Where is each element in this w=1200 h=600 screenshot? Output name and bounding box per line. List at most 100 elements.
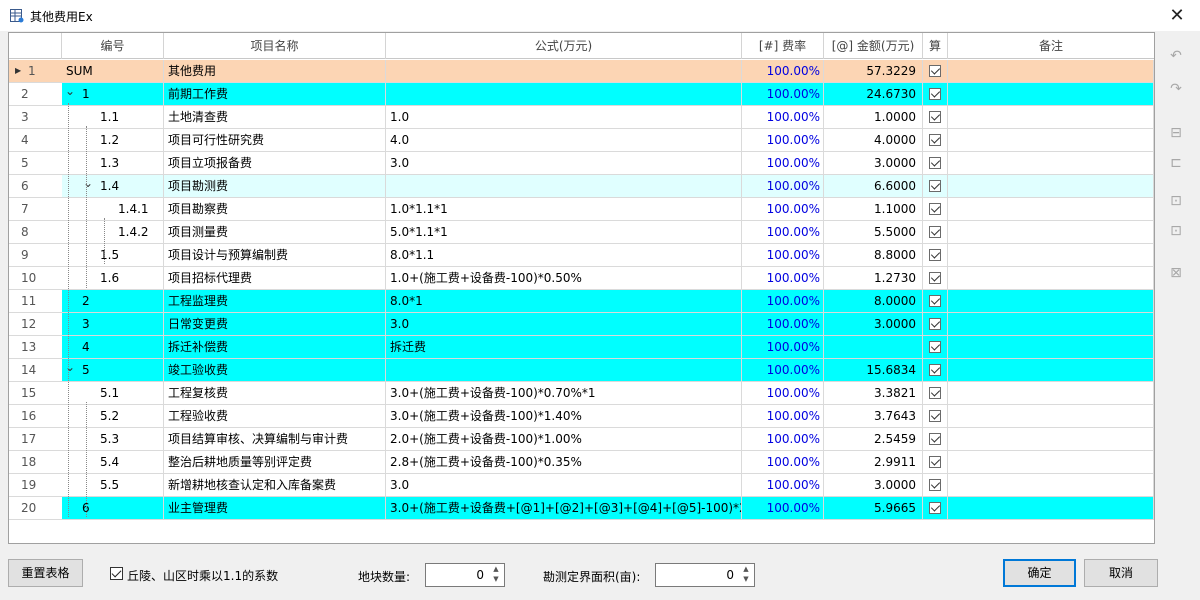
cell-rate[interactable]: 100.00%: [742, 221, 824, 243]
calc-checkbox[interactable]: [929, 341, 941, 353]
cell-rate[interactable]: 100.00%: [742, 106, 824, 128]
row-index[interactable]: 10: [9, 267, 49, 289]
cell-note[interactable]: [948, 451, 1154, 473]
cell-name[interactable]: 项目可行性研究费: [164, 129, 386, 151]
cell-note[interactable]: [948, 198, 1154, 220]
cell-code[interactable]: 1.6: [62, 267, 164, 289]
calc-checkbox[interactable]: [929, 203, 941, 215]
cell-note[interactable]: [948, 60, 1154, 82]
cell-code[interactable]: 5.5: [62, 474, 164, 496]
row-index[interactable]: 20: [9, 497, 49, 519]
cell-note[interactable]: [948, 152, 1154, 174]
redo-icon[interactable]: ↷: [1165, 78, 1187, 100]
insert-child-icon[interactable]: ⊏: [1165, 152, 1187, 174]
cell-name[interactable]: 其他费用: [164, 60, 386, 82]
cell-name[interactable]: 工程验收费: [164, 405, 386, 427]
cell-code[interactable]: ⌄ 5: [62, 359, 164, 381]
cell-rate[interactable]: 100.00%: [742, 83, 824, 105]
cell-amount[interactable]: 3.0000: [824, 152, 923, 174]
cell-formula[interactable]: 8.0*1.1: [386, 244, 742, 266]
cell-rate[interactable]: 100.00%: [742, 359, 824, 381]
calc-checkbox[interactable]: [929, 364, 941, 376]
calc-checkbox[interactable]: [929, 65, 941, 77]
cell-note[interactable]: [948, 290, 1154, 312]
row-index[interactable]: 15: [9, 382, 49, 404]
cell-code[interactable]: 6: [62, 497, 164, 519]
cell-amount[interactable]: 2.5459: [824, 428, 923, 450]
calc-checkbox[interactable]: [929, 479, 941, 491]
table-row[interactable]: 15 5.1 工程复核费 3.0+(施工费+设备费-100)*0.70%*1 100.0…: [9, 382, 1154, 405]
table-row[interactable]: 9 1.5 项目设计与预算编制费 8.0*1.1 100.00% 8.8000: [9, 244, 1154, 267]
cell-rate[interactable]: 100.00%: [742, 267, 824, 289]
cell-formula[interactable]: 3.0: [386, 313, 742, 335]
cell-note[interactable]: [948, 497, 1154, 519]
cell-calc[interactable]: [923, 175, 948, 197]
cell-note[interactable]: [948, 267, 1154, 289]
cell-note[interactable]: [948, 359, 1154, 381]
cell-code[interactable]: 1.2: [62, 129, 164, 151]
table-row[interactable]: 19 5.5 新增耕地核查认定和入库备案费 3.0 100.00% 3.0000: [9, 474, 1154, 497]
cell-formula[interactable]: 8.0*1: [386, 290, 742, 312]
cell-amount[interactable]: 15.6834: [824, 359, 923, 381]
cell-formula[interactable]: 3.0: [386, 152, 742, 174]
row-index[interactable]: 4: [9, 129, 49, 151]
cell-name[interactable]: 土地清查费: [164, 106, 386, 128]
table-row[interactable]: 3 1.1 土地清查费 1.0 100.00% 1.0000: [9, 106, 1154, 129]
cell-note[interactable]: [948, 244, 1154, 266]
cell-name[interactable]: 项目勘测费: [164, 175, 386, 197]
cell-name[interactable]: 新增耕地核查认定和入库备案费: [164, 474, 386, 496]
header-rate[interactable]: [#] 费率: [742, 33, 824, 59]
row-index[interactable]: ▶ 1: [9, 60, 49, 82]
table-row[interactable]: ▶1⌄SUM其他费用100.00%57.3229: [9, 60, 1154, 83]
cell-name[interactable]: 竣工验收费: [164, 359, 386, 381]
cell-calc[interactable]: [923, 336, 948, 358]
row-index[interactable]: 12: [9, 313, 49, 335]
cell-rate[interactable]: 100.00%: [742, 129, 824, 151]
cell-code[interactable]: 4: [62, 336, 164, 358]
cell-code[interactable]: 1.4.2: [62, 221, 164, 243]
cell-formula[interactable]: 3.0+(施工费+设备费-100)*0.70%*1: [386, 382, 742, 404]
cell-calc[interactable]: [923, 474, 948, 496]
cell-rate[interactable]: 100.00%: [742, 198, 824, 220]
cell-note[interactable]: [948, 175, 1154, 197]
cell-amount[interactable]: 3.0000: [824, 474, 923, 496]
cell-note[interactable]: [948, 336, 1154, 358]
calc-checkbox[interactable]: [929, 180, 941, 192]
calc-checkbox[interactable]: [929, 134, 941, 146]
row-index[interactable]: 9: [9, 244, 49, 266]
cell-calc[interactable]: [923, 382, 948, 404]
cell-formula[interactable]: 4.0: [386, 129, 742, 151]
cell-formula[interactable]: 1.0: [386, 106, 742, 128]
cell-formula[interactable]: [386, 359, 742, 381]
table-row[interactable]: 18 5.4 整治后耕地质量等别评定费 2.8+(施工费+设备费-100)*0.35%…: [9, 451, 1154, 474]
cell-formula[interactable]: 1.0*1.1*1: [386, 198, 742, 220]
cell-rate[interactable]: 100.00%: [742, 405, 824, 427]
cell-amount[interactable]: 1.2730: [824, 267, 923, 289]
stepper-arrows-icon[interactable]: ▲ ▼: [738, 564, 754, 586]
cell-name[interactable]: 工程监理费: [164, 290, 386, 312]
calc-checkbox[interactable]: [929, 410, 941, 422]
cell-note[interactable]: [948, 313, 1154, 335]
calc-checkbox[interactable]: [929, 272, 941, 284]
cell-name[interactable]: 拆迁补偿费: [164, 336, 386, 358]
cell-rate[interactable]: 100.00%: [742, 244, 824, 266]
cell-formula[interactable]: [386, 83, 742, 105]
collapse-chevron-icon[interactable]: ⌄: [65, 359, 75, 378]
cell-note[interactable]: [948, 405, 1154, 427]
cell-formula[interactable]: [386, 60, 742, 82]
row-index[interactable]: 8: [9, 221, 49, 243]
cell-amount[interactable]: 6.6000: [824, 175, 923, 197]
cell-name[interactable]: 项目测量费: [164, 221, 386, 243]
row-index[interactable]: 3: [9, 106, 49, 128]
cell-formula[interactable]: 3.0+(施工费+设备费-100)*1.40%: [386, 405, 742, 427]
calc-checkbox[interactable]: [929, 111, 941, 123]
calc-checkbox[interactable]: [929, 502, 941, 514]
cell-rate[interactable]: 100.00%: [742, 428, 824, 450]
row-index[interactable]: 16: [9, 405, 49, 427]
cell-name[interactable]: 项目设计与预算编制费: [164, 244, 386, 266]
header-note[interactable]: 备注: [948, 33, 1154, 59]
table-row[interactable]: 10 1.6 项目招标代理费 1.0+(施工费+设备费-100)*0.50% 100.0…: [9, 267, 1154, 290]
table-row[interactable]: 12 3 日常变更费 3.0 100.00% 3.0000: [9, 313, 1154, 336]
stepper-arrows-icon[interactable]: ▲ ▼: [488, 564, 504, 586]
row-index[interactable]: 11: [9, 290, 49, 312]
